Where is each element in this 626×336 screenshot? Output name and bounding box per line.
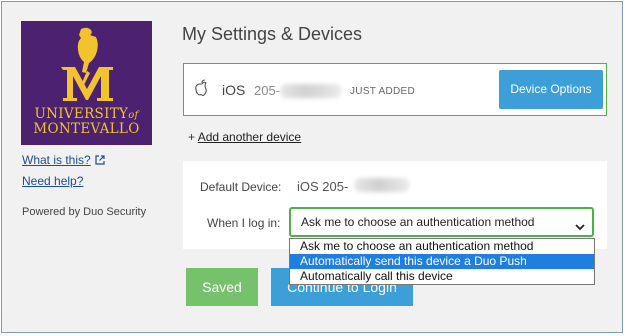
default-device-value: iOS 205- [297, 179, 349, 194]
login-method-select[interactable]: Ask me to choose an authentication metho… [289, 207, 594, 237]
external-link-icon [95, 154, 105, 168]
login-method-selected-value: Ask me to choose an authentication metho… [301, 215, 535, 229]
duo-frame: UNIVERSITYof MONTEVALLO What is this? Ne… [1, 1, 623, 333]
device-name: iOS [222, 82, 246, 98]
apple-icon [195, 79, 209, 102]
just-added-badge: JUST ADDED [350, 86, 416, 97]
university-logo: UNIVERSITYof MONTEVALLO [21, 21, 152, 145]
saved-button[interactable]: Saved [186, 268, 258, 306]
settings-panel: Default Device: iOS 205- When I log in: … [183, 161, 607, 249]
when-login-label: When I log in: [207, 216, 281, 230]
falcon-monogram-icon [61, 27, 113, 101]
dropdown-option-choose[interactable]: Ask me to choose an authentication metho… [290, 239, 594, 254]
logo-text-of: of [128, 110, 139, 121]
device-options-button[interactable]: Device Options [499, 70, 603, 109]
need-help-link[interactable]: Need help? [22, 174, 83, 188]
redacted-default-number [354, 178, 410, 192]
plus-icon: + [188, 130, 196, 144]
redacted-number [280, 84, 342, 98]
device-card: iOS 205- JUST ADDED Device Options [183, 63, 607, 116]
page-title: My Settings & Devices [182, 24, 363, 44]
logo-text-university: UNIVERSITY [34, 106, 129, 122]
what-is-this-label: What is this? [22, 153, 91, 167]
default-device-label: Default Device: [200, 180, 282, 194]
powered-by-text: Powered by Duo Security [22, 206, 147, 218]
login-method-dropdown: Ask me to choose an authentication metho… [289, 238, 595, 285]
chevron-down-icon [575, 218, 585, 236]
dropdown-option-push[interactable]: Automatically send this device a Duo Pus… [290, 254, 594, 269]
logo-text-montevallo: MONTEVALLO [33, 121, 140, 137]
device-number: 205- [254, 83, 281, 98]
dropdown-option-call[interactable]: Automatically call this device [290, 269, 594, 284]
add-device-label: Add another device [197, 130, 302, 144]
what-is-this-link[interactable]: What is this? [22, 153, 105, 168]
add-another-device-link[interactable]: + Add another device [188, 130, 301, 144]
